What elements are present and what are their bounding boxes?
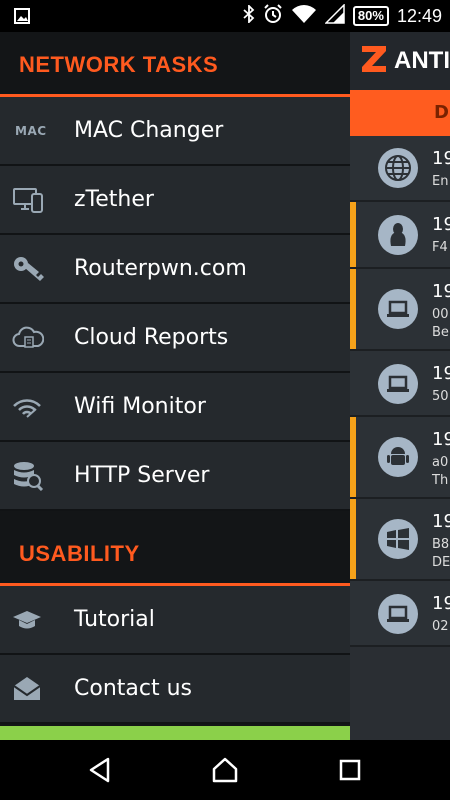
windows-icon bbox=[378, 519, 418, 559]
row-ip: 19 bbox=[432, 214, 450, 235]
network-row[interactable]: 19 02 bbox=[350, 581, 450, 647]
row-sub: 50 bbox=[432, 389, 449, 404]
graduation-cap-icon bbox=[0, 609, 74, 631]
back-icon[interactable] bbox=[86, 756, 114, 784]
navigation-drawer: NETWORK TASKS MAC MAC Changer zTether Ro… bbox=[0, 32, 350, 726]
row-ip: 19 bbox=[432, 511, 450, 532]
row-sub: F4 bbox=[432, 240, 448, 255]
menu-item-wifi-monitor[interactable]: Wifi Monitor bbox=[0, 373, 350, 442]
network-row[interactable]: 19 B8 DE bbox=[350, 499, 450, 581]
row-sub: 00 bbox=[432, 307, 449, 322]
mac-icon-text: MAC bbox=[15, 123, 47, 138]
row-ip: 19 bbox=[432, 363, 450, 384]
wifi-icon bbox=[291, 4, 317, 28]
row-sub: a0 bbox=[432, 455, 449, 470]
menu-item-contact-us[interactable]: Contact us bbox=[0, 655, 350, 724]
system-nav-bar bbox=[0, 740, 450, 800]
menu-label: Cloud Reports bbox=[74, 325, 229, 350]
section-title-usability: USABILITY bbox=[0, 521, 350, 586]
row-sub: B8 bbox=[432, 537, 450, 552]
row-ip: 19 bbox=[432, 281, 450, 302]
alarm-icon bbox=[263, 4, 283, 28]
app-title: ANTI bbox=[394, 47, 450, 74]
row-sub: 02 bbox=[432, 619, 449, 634]
menu-item-routerpwn[interactable]: Routerpwn.com bbox=[0, 235, 350, 304]
recents-icon[interactable] bbox=[336, 756, 364, 784]
mac-icon: MAC bbox=[0, 124, 74, 138]
menu-label: HTTP Server bbox=[74, 463, 210, 488]
row-sub2: Th bbox=[432, 473, 449, 488]
battery-icon: 80% bbox=[352, 6, 389, 26]
tab-bar[interactable]: D bbox=[350, 90, 450, 136]
background-app: ANTI D 19 En 19 F4 19 00 Be 19 50 19 a0 … bbox=[350, 32, 450, 758]
row-ip: 19 bbox=[432, 429, 450, 450]
menu-item-http-server[interactable]: HTTP Server bbox=[0, 442, 350, 511]
section-title-network-tasks: NETWORK TASKS bbox=[0, 32, 350, 97]
status-bar: 80% 12:49 bbox=[0, 0, 450, 32]
cloud-icon bbox=[0, 326, 74, 350]
home-icon[interactable] bbox=[211, 756, 239, 784]
network-row[interactable]: 19 a0 Th bbox=[350, 417, 450, 499]
network-row[interactable]: 19 F4 bbox=[350, 202, 450, 269]
app-header: ANTI bbox=[350, 32, 450, 90]
laptop-icon bbox=[378, 594, 418, 634]
menu-label: Contact us bbox=[74, 676, 192, 701]
globe-icon bbox=[378, 148, 418, 188]
app-logo-icon bbox=[360, 46, 388, 76]
menu-label: zTether bbox=[74, 187, 154, 212]
row-sub2: Be bbox=[432, 325, 449, 340]
menu-item-mac-changer[interactable]: MAC MAC Changer bbox=[0, 97, 350, 166]
server-icon bbox=[0, 461, 74, 491]
menu-item-tutorial[interactable]: Tutorial bbox=[0, 586, 350, 655]
clock: 12:49 bbox=[396, 5, 442, 26]
wifi-monitor-icon bbox=[0, 396, 74, 418]
bluetooth-icon bbox=[243, 3, 255, 27]
menu-label: Routerpwn.com bbox=[74, 256, 247, 281]
signal-icon bbox=[324, 3, 345, 28]
key-icon bbox=[0, 255, 74, 283]
laptop-icon bbox=[378, 364, 418, 404]
envelope-icon bbox=[0, 676, 74, 702]
row-sub2: DE bbox=[432, 555, 450, 570]
menu-item-cloud-reports[interactable]: Cloud Reports bbox=[0, 304, 350, 373]
row-sub: En bbox=[432, 174, 449, 189]
android-icon bbox=[378, 437, 418, 477]
row-ip: 19 bbox=[432, 593, 450, 614]
menu-label: Tutorial bbox=[74, 607, 155, 632]
image-icon bbox=[14, 8, 30, 28]
bottom-accent-bar bbox=[0, 726, 350, 740]
linux-icon bbox=[378, 215, 418, 255]
menu-label: Wifi Monitor bbox=[74, 394, 206, 419]
menu-label: MAC Changer bbox=[74, 118, 224, 143]
row-ip: 19 bbox=[432, 148, 450, 169]
network-row[interactable]: 19 50 bbox=[350, 351, 450, 417]
devices-icon bbox=[0, 186, 74, 214]
tab-label: D bbox=[434, 102, 449, 123]
network-row[interactable]: 19 En bbox=[350, 136, 450, 202]
menu-item-ztether[interactable]: zTether bbox=[0, 166, 350, 235]
network-row[interactable]: 19 00 Be bbox=[350, 269, 450, 351]
laptop-icon bbox=[378, 289, 418, 329]
